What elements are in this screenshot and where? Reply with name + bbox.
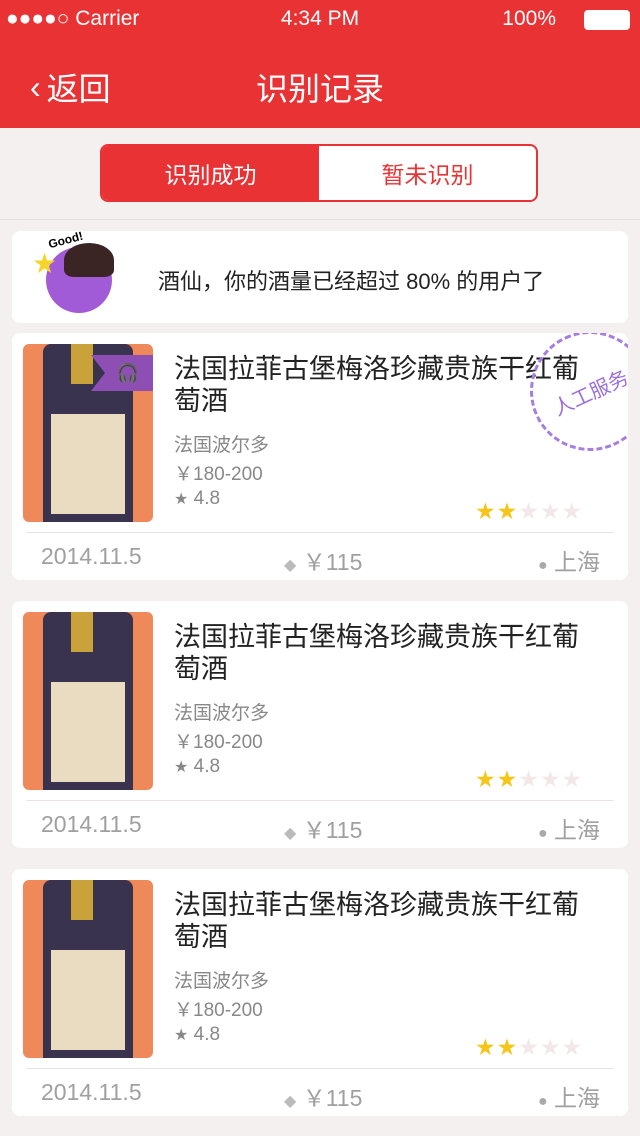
paid-price: ◆ ￥115	[284, 543, 362, 577]
star-icon[interactable]: ★	[497, 498, 519, 524]
divider	[26, 532, 614, 533]
wine-origin: 法国波尔多	[174, 435, 270, 456]
status-bar: ●●●●○ Carrier 4:34 PM 100%	[0, 0, 640, 40]
bottle-cap	[71, 880, 93, 920]
chevron-left-icon: ‹	[30, 68, 41, 105]
achievement-banner: ★ Good! 酒仙，你的酒量已经超过 80% 的用户了	[12, 229, 628, 323]
divider	[26, 800, 614, 801]
star-icon[interactable]: ★	[540, 766, 562, 792]
star-icon: ★	[174, 759, 189, 776]
tab-recognized[interactable]: 识别成功	[102, 146, 319, 200]
back-button[interactable]: ‹ 返回	[30, 64, 111, 110]
tag-icon: ◆	[284, 825, 297, 842]
city: 上海	[554, 1085, 600, 1111]
record-card[interactable]: 法国拉菲古堡梅洛珍藏贵族干红葡萄酒 法国波尔多 ￥180-200 ★ 4.8 ★…	[12, 869, 628, 1116]
record-date: 2014.11.5	[41, 543, 142, 569]
bottle-label	[51, 414, 125, 514]
user-star-rating[interactable]: ★★★★★	[475, 766, 583, 793]
wine-title: 法国拉菲古堡梅洛珍藏贵族干红葡萄酒	[174, 622, 579, 684]
city: 上海	[554, 817, 600, 843]
star-icon[interactable]: ★	[540, 1034, 562, 1060]
rating: ★ 4.8	[174, 488, 220, 510]
wine-origin: 法国波尔多	[174, 703, 270, 724]
location: ● 上海	[538, 543, 600, 577]
record-card[interactable]: 法国拉菲古堡梅洛珍藏贵族干红葡萄酒 法国波尔多 ￥180-200 ★ 4.8 ★…	[12, 601, 628, 848]
banner-message: 酒仙，你的酒量已经超过 80% 的用户了	[158, 269, 545, 294]
paid-price: ◆ ￥115	[284, 1079, 362, 1113]
wine-photo	[23, 612, 153, 790]
star-icon[interactable]: ★	[562, 498, 584, 524]
star-icon[interactable]: ★	[518, 498, 540, 524]
battery-icon	[584, 10, 630, 30]
paid-value: ￥115	[302, 1085, 363, 1111]
back-label: 返回	[46, 71, 111, 107]
user-star-rating[interactable]: ★★★★★	[475, 1034, 583, 1061]
star-icon: ★	[174, 1027, 189, 1044]
divider	[0, 219, 640, 220]
price-range: ￥180-200	[174, 1000, 263, 1021]
star-icon[interactable]: ★	[562, 1034, 584, 1060]
star-icon[interactable]: ★	[540, 498, 562, 524]
location-pin-icon: ●	[537, 825, 548, 842]
divider	[26, 1068, 614, 1069]
star-icon[interactable]: ★	[475, 498, 497, 524]
user-star-rating[interactable]: ★★★★★	[475, 498, 583, 525]
star-icon[interactable]: ★	[518, 1034, 540, 1060]
location-pin-icon: ●	[537, 1093, 548, 1110]
wine-photo	[23, 880, 153, 1058]
header: ●●●●○ Carrier 4:34 PM 100% 识别记录 ‹ 返回	[0, 0, 640, 128]
wine-title: 法国拉菲古堡梅洛珍藏贵族干红葡萄酒	[174, 890, 579, 952]
rating: ★ 4.8	[174, 1024, 220, 1046]
star-icon[interactable]: ★	[518, 766, 540, 792]
bottle-cap	[71, 612, 93, 652]
paid-price: ◆ ￥115	[284, 811, 362, 845]
record-date: 2014.11.5	[41, 1079, 142, 1105]
location-pin-icon: ●	[537, 557, 548, 574]
tag-icon: ◆	[284, 557, 297, 574]
wine-photo: 🎧	[23, 344, 153, 522]
star-icon[interactable]: ★	[562, 766, 584, 792]
mascot-star-icon: ★	[32, 248, 58, 279]
location: ● 上海	[538, 811, 600, 845]
rating-score: 4.8	[193, 1024, 221, 1045]
price-range: ￥180-200	[174, 464, 263, 485]
rating-score: 4.8	[193, 488, 221, 509]
star-icon[interactable]: ★	[475, 1034, 497, 1060]
paid-value: ￥115	[302, 549, 363, 575]
star-icon[interactable]: ★	[497, 766, 519, 792]
tab-unrecognized[interactable]: 暂未识别	[319, 146, 536, 200]
stamp-text: 人工服务	[550, 366, 628, 421]
city: 上海	[554, 549, 600, 575]
tag-icon: ◆	[284, 1093, 297, 1110]
star-icon[interactable]: ★	[497, 1034, 519, 1060]
record-card[interactable]: 🎧 法国拉菲古堡梅洛珍藏贵族干红葡萄酒 法国波尔多 ￥180-200 ★ 4.8…	[12, 333, 628, 580]
wine-origin: 法国波尔多	[174, 971, 270, 992]
record-date: 2014.11.5	[41, 811, 142, 837]
location: ● 上海	[538, 1079, 600, 1113]
rating-score: 4.8	[193, 756, 221, 777]
battery-percent: 100%	[502, 7, 556, 30]
segmented-control: 识别成功 暂未识别	[100, 144, 538, 202]
price-range: ￥180-200	[174, 732, 263, 753]
bottle-cap	[71, 344, 93, 384]
star-icon: ★	[174, 491, 189, 508]
bottle-label	[51, 950, 125, 1050]
rating: ★ 4.8	[174, 756, 220, 778]
paid-value: ￥115	[302, 817, 363, 843]
star-icon[interactable]: ★	[475, 766, 497, 792]
bottle-label	[51, 682, 125, 782]
